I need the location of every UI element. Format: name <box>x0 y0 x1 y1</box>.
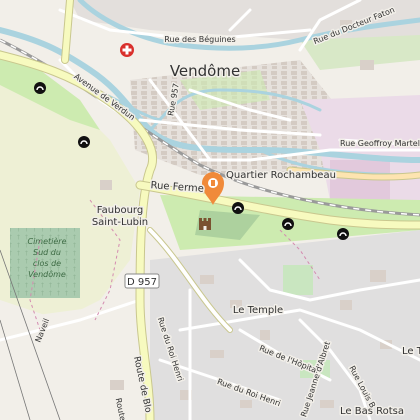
label-le-temple: Le Temple <box>233 305 283 316</box>
label-quartier: Quartier Rochambeau <box>226 170 336 181</box>
label-city: Vendôme <box>170 62 240 80</box>
label-cemetery-line4: Vendôme <box>28 269 66 279</box>
label-rue-des-beguines: Rue des Béguines <box>164 34 235 44</box>
label-faubourg-line2: Saint-Lubin <box>92 217 148 228</box>
road-shield-label: D 957 <box>127 277 157 288</box>
castle-icon[interactable] <box>199 218 211 230</box>
hospital-icon[interactable] <box>120 43 134 57</box>
label-cemetery-line2: Sud du <box>33 248 61 257</box>
label-faubourg-line1: Faubourg <box>97 205 143 216</box>
map-canvas[interactable]: † <box>0 0 420 420</box>
label-le-t: Le T <box>402 346 420 357</box>
map-view[interactable]: † <box>0 0 420 420</box>
label-cemetery-line1: Cimetière <box>27 236 66 246</box>
label-rue-geoffroy-martel: Rue Geoffroy Martel <box>340 139 420 148</box>
label-cemetery-line3: clos de <box>33 259 61 268</box>
road-shield: D 957 <box>124 273 160 289</box>
